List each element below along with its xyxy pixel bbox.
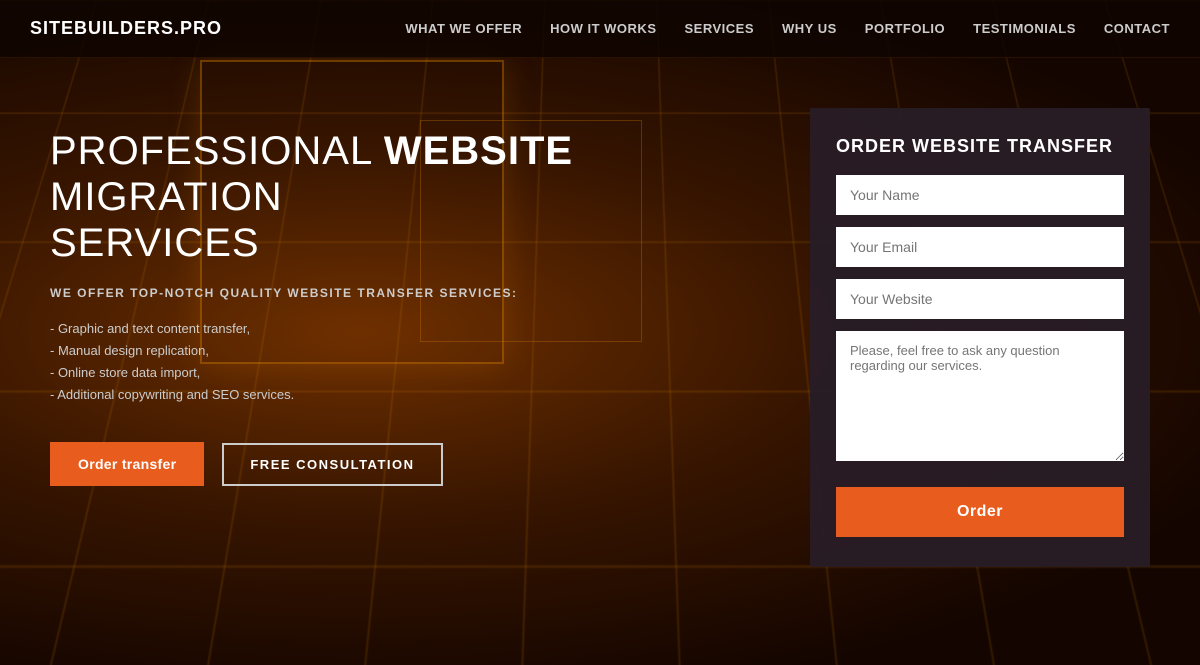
list-item: - Online store data import, — [50, 362, 770, 384]
list-item: - Additional copywriting and SEO service… — [50, 384, 770, 406]
list-item: - Graphic and text content transfer, — [50, 318, 770, 340]
nav-what-we-offer[interactable]: WHAT WE OFFER — [405, 21, 522, 36]
hero-subtext: WE OFFER TOP-NOTCH QUALITY WEBSITE TRANS… — [50, 286, 770, 300]
order-form-panel: ORDER WEBSITE TRANSFER Order — [810, 108, 1150, 567]
nav-why-us[interactable]: WHY US — [782, 21, 837, 36]
order-form: Order — [836, 175, 1124, 537]
headline-part2: MIGRATIONSERVICES — [50, 175, 283, 265]
message-textarea[interactable] — [836, 331, 1124, 461]
headline-bold: WEBSITE — [384, 129, 573, 173]
nav-testimonials[interactable]: TESTIMONIALS — [973, 21, 1076, 36]
email-input[interactable] — [836, 227, 1124, 267]
nav-how-it-works[interactable]: HOW IT WORKS — [550, 21, 656, 36]
hero-section: PROFESSIONAL WEBSITE MIGRATIONSERVICES W… — [50, 108, 770, 486]
brand-logo[interactable]: SITEBUILDERS.PRO — [30, 18, 222, 39]
main-content: PROFESSIONAL WEBSITE MIGRATIONSERVICES W… — [0, 58, 1200, 567]
free-consultation-button[interactable]: FREE CONSULTATION — [222, 443, 442, 486]
hero-buttons: Order transfer FREE CONSULTATION — [50, 442, 770, 486]
submit-button[interactable]: Order — [836, 487, 1124, 537]
form-title: ORDER WEBSITE TRANSFER — [836, 136, 1124, 157]
headline-part1: PROFESSIONAL — [50, 129, 384, 173]
order-transfer-button[interactable]: Order transfer — [50, 442, 204, 486]
website-input[interactable] — [836, 279, 1124, 319]
nav-links: WHAT WE OFFER HOW IT WORKS SERVICES WHY … — [405, 20, 1170, 38]
hero-headline: PROFESSIONAL WEBSITE MIGRATIONSERVICES — [50, 128, 770, 266]
nav-services[interactable]: SERVICES — [685, 21, 755, 36]
name-input[interactable] — [836, 175, 1124, 215]
nav-portfolio[interactable]: PORTFOLIO — [865, 21, 945, 36]
nav-contact[interactable]: CONTACT — [1104, 21, 1170, 36]
hero-list: - Graphic and text content transfer, - M… — [50, 318, 770, 406]
navbar: SITEBUILDERS.PRO WHAT WE OFFER HOW IT WO… — [0, 0, 1200, 58]
list-item: - Manual design replication, — [50, 340, 770, 362]
